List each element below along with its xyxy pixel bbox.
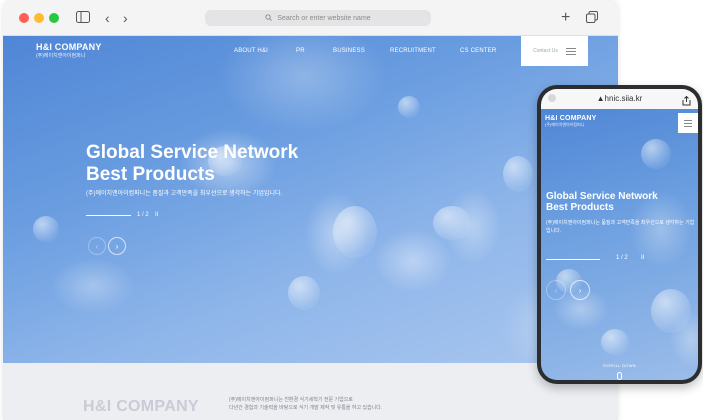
phone-pause-button[interactable]: II bbox=[641, 255, 644, 261]
hero-title-line1: Global Service Network bbox=[86, 142, 299, 163]
bubble-decoration bbox=[398, 96, 420, 118]
site-logo[interactable]: H&I COMPANY (주)에이치앤아이컴퍼니 bbox=[36, 42, 102, 59]
stage: ‹ › Search or enter website name + H&I C… bbox=[0, 0, 703, 420]
search-icon bbox=[265, 13, 273, 23]
contact-us-button[interactable]: Contact Us bbox=[521, 36, 588, 66]
phone-next-slide-button[interactable]: › bbox=[570, 280, 590, 300]
logo-sub: (주)에이치앤아이컴퍼니 bbox=[36, 53, 86, 59]
sidebar-icon[interactable] bbox=[76, 9, 90, 27]
nav-cs-center[interactable]: CS CENTER bbox=[460, 48, 496, 54]
next-slide-button[interactable]: › bbox=[108, 237, 126, 255]
bubble-decoration bbox=[333, 206, 377, 258]
phone-mockup: ▲hnic.siia.kr H&I COMPANY (주)에이치앤아이컴퍼니 G… bbox=[537, 85, 702, 384]
contact-label: Contact Us bbox=[533, 48, 558, 54]
maximize-window-button[interactable] bbox=[49, 13, 59, 23]
close-window-button[interactable] bbox=[19, 13, 29, 23]
phone-site-logo[interactable]: H&I COMPANY (주)에이치앤아이컴퍼니 bbox=[545, 115, 596, 128]
menu-icon bbox=[565, 47, 576, 55]
hero-subtitle: (주)에이치앤아이컴퍼니는 품질과 고객만족을 최우선으로 생각하는 기업입니다… bbox=[86, 191, 283, 197]
phone-menu-button[interactable] bbox=[678, 113, 698, 133]
company-desc-line1: (주)에이치앤아이컴퍼니는 친환경 식기세척기 전문 기업으로 bbox=[229, 397, 353, 403]
bubble-decoration bbox=[33, 216, 59, 242]
bubble-decoration bbox=[433, 206, 471, 240]
bubble-decoration bbox=[641, 139, 671, 169]
hero-title: Global Service Network Best Products bbox=[86, 142, 298, 186]
phone-prev-slide-button[interactable]: ‹ bbox=[546, 280, 566, 300]
minimize-window-button[interactable] bbox=[34, 13, 44, 23]
address-placeholder: Search or enter website name bbox=[277, 14, 371, 22]
hero-section bbox=[3, 36, 618, 363]
phone-slide-progress-bar bbox=[546, 259, 600, 260]
phone-hero-section: H&I COMPANY (주)에이치앤아이컴퍼니 Global Service … bbox=[541, 109, 698, 380]
pause-button[interactable]: II bbox=[155, 212, 158, 218]
phone-logo-main: H&I COMPANY bbox=[545, 115, 597, 122]
logo-main: H&I COMPANY bbox=[36, 42, 102, 52]
address-bar[interactable]: Search or enter website name bbox=[205, 10, 431, 26]
phone-hero-title: Global Service Network Best Products bbox=[546, 191, 658, 213]
plus-icon[interactable]: + bbox=[561, 9, 570, 27]
chevron-right-icon: › bbox=[115, 241, 119, 251]
scroll-mouse-icon[interactable] bbox=[617, 372, 622, 380]
bubble-decoration bbox=[601, 329, 629, 355]
nav-about[interactable]: ABOUT H&I bbox=[234, 48, 268, 54]
browser-window: ‹ › Search or enter website name + H&I C… bbox=[3, 0, 618, 420]
tabs-icon[interactable] bbox=[586, 9, 598, 27]
chevron-left-icon: ‹ bbox=[554, 285, 558, 295]
forward-icon[interactable]: › bbox=[123, 9, 128, 27]
phone-url: ▲hnic.siia.kr bbox=[596, 94, 643, 103]
phone-slide-pager: 1 / 2 bbox=[616, 255, 628, 261]
hero-title-line2: Best Products bbox=[86, 164, 215, 185]
phone-hero-subtitle: (주)에이치앤아이컴퍼니는 품질과 고객만족을 최우선으로 생각하는 기업입니다… bbox=[546, 220, 695, 234]
slide-progress-bar bbox=[86, 215, 131, 216]
phone-address-bar[interactable]: ▲hnic.siia.kr bbox=[541, 89, 698, 109]
scroll-down-label: SCROLL DOWN bbox=[603, 363, 636, 368]
bubble-decoration bbox=[503, 156, 533, 192]
company-description: (주)에이치앤아이컴퍼니는 친환경 식기세척기 전문 기업으로 다년간 경험과 … bbox=[229, 396, 459, 412]
company-desc-line2: 다년간 경험과 기술력을 바탕으로 식기 개발 제작 및 유통을 하고 있습니다… bbox=[229, 405, 383, 411]
nav-business[interactable]: BUSINESS bbox=[333, 48, 365, 54]
phone-logo-sub: (주)에이치앤아이컴퍼니 bbox=[545, 122, 585, 127]
prev-slide-button[interactable]: ‹ bbox=[88, 237, 106, 255]
browser-titlebar: ‹ › Search or enter website name + bbox=[3, 0, 618, 36]
nav-recruitment[interactable]: RECRUITMENT bbox=[390, 48, 436, 54]
chevron-left-icon: ‹ bbox=[95, 241, 99, 251]
bubble-decoration bbox=[651, 289, 691, 333]
company-name: H&I COMPANY bbox=[83, 398, 199, 415]
menu-icon bbox=[684, 119, 692, 127]
bubble-decoration bbox=[288, 276, 320, 310]
back-icon[interactable]: ‹ bbox=[105, 9, 110, 27]
phone-hero-title-line2: Best Products bbox=[546, 202, 614, 213]
phone-screen: ▲hnic.siia.kr H&I COMPANY (주)에이치앤아이컴퍼니 G… bbox=[541, 89, 698, 380]
phone-hero-title-line1: Global Service Network bbox=[546, 191, 658, 202]
nav-pr[interactable]: PR bbox=[296, 48, 305, 54]
slide-pager: 1 / 2 bbox=[137, 212, 149, 218]
chevron-right-icon: › bbox=[578, 285, 582, 295]
